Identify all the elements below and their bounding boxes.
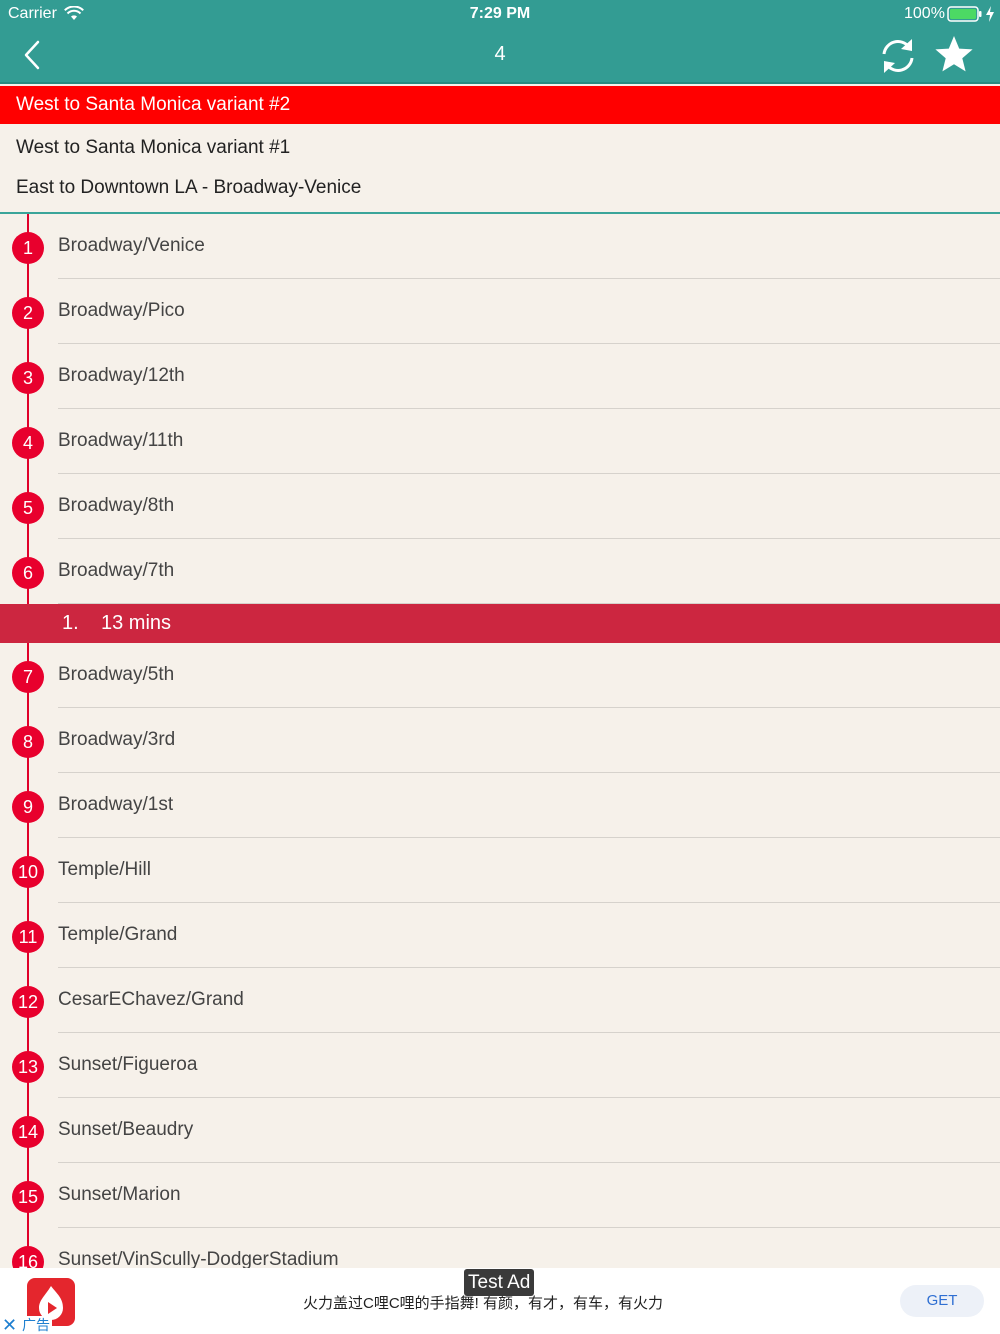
stop-row[interactable]: 3 Broadway/12th [0, 344, 1000, 409]
charging-bolt-icon [986, 6, 994, 22]
stop-number-badge: 14 [12, 1116, 44, 1148]
stop-number-badge: 13 [12, 1051, 44, 1083]
variant-item[interactable]: East to Downtown LA - Broadway-Venice [0, 170, 1000, 206]
stop-number-badge: 3 [12, 362, 44, 394]
favorite-button[interactable] [933, 34, 975, 76]
stop-name: CesarEChavez/Grand [58, 989, 244, 1010]
stop-row[interactable]: 5 Broadway/8th [0, 474, 1000, 539]
app-header: Carrier 7:29 PM 100% 4 [0, 0, 1000, 84]
stop-row[interactable]: 10 Temple/Hill [0, 838, 1000, 903]
refresh-button[interactable] [876, 36, 920, 76]
arrival-index: 1. [62, 612, 79, 634]
stop-row[interactable]: 16 Sunset/VinScully-DodgerStadium [0, 1228, 1000, 1268]
nav-bar: 4 [0, 28, 1000, 82]
stop-row[interactable]: 1 Broadway/Venice [0, 214, 1000, 279]
status-bar: Carrier 7:29 PM 100% [0, 0, 1000, 28]
stop-row[interactable]: 7 Broadway/5th [0, 643, 1000, 708]
arrival-time-row: 1. 13 mins [0, 604, 1000, 643]
stop-name: Sunset/Beaudry [58, 1119, 194, 1140]
stop-name: Temple/Hill [58, 859, 151, 880]
stop-row[interactable]: 4 Broadway/11th [0, 409, 1000, 474]
arrival-time: 13 mins [101, 612, 172, 634]
refresh-icon [882, 39, 914, 73]
ad-label: 广告 [20, 1316, 52, 1334]
stop-list: 1 Broadway/Venice 2 Broadway/Pico 3 Broadway/… [0, 214, 1000, 1268]
stop-name: Broadway/5th [58, 664, 175, 685]
battery-icon [947, 6, 982, 22]
stop-row[interactable]: 12 CesarEChavez/Grand [0, 968, 1000, 1033]
test-ad-badge: Test Ad [464, 1269, 535, 1296]
stop-number-badge: 1 [12, 232, 44, 264]
stop-number-badge: 7 [12, 661, 44, 693]
stop-row[interactable]: 8 Broadway/3rd [0, 708, 1000, 773]
stop-number-badge: 8 [12, 726, 44, 758]
stop-name: Sunset/Figueroa [58, 1054, 198, 1075]
stop-number-badge: 16 [12, 1246, 44, 1268]
stop-name: Broadway/1st [58, 794, 174, 815]
stop-row[interactable]: 13 Sunset/Figueroa [0, 1033, 1000, 1098]
variant-item[interactable]: West to Santa Monica variant #1 [0, 130, 1000, 166]
status-time: 7:29 PM [469, 5, 531, 22]
stop-number-badge: 10 [12, 856, 44, 888]
stop-number-badge: 11 [12, 921, 44, 953]
stop-number-badge: 9 [12, 791, 44, 823]
stop-name: Sunset/Marion [58, 1184, 181, 1205]
stop-row[interactable]: 2 Broadway/Pico [0, 279, 1000, 344]
stop-row[interactable]: 11 Temple/Grand [0, 903, 1000, 968]
stop-number-badge: 12 [12, 986, 44, 1018]
stop-number-badge: 2 [12, 297, 44, 329]
stop-name: Broadway/8th [58, 495, 175, 516]
stop-name: Broadway/Venice [58, 235, 205, 256]
stop-number-badge: 15 [12, 1181, 44, 1213]
close-icon[interactable]: ✕ [2, 1316, 20, 1334]
stop-name: Temple/Grand [58, 924, 178, 945]
star-icon [935, 36, 973, 72]
get-button[interactable]: GET [900, 1285, 984, 1317]
stop-row[interactable]: 6 Broadway/7th [0, 539, 1000, 604]
stop-row[interactable]: 15 Sunset/Marion [0, 1163, 1000, 1228]
stop-name: Sunset/VinScully-DodgerStadium [58, 1249, 339, 1268]
stop-number-badge: 6 [12, 557, 44, 589]
stop-number-badge: 4 [12, 427, 44, 459]
stop-name: Broadway/3rd [58, 729, 176, 750]
stop-name: Broadway/Pico [58, 300, 185, 321]
stop-row[interactable]: 14 Sunset/Beaudry [0, 1098, 1000, 1163]
stop-name: Broadway/12th [58, 365, 185, 386]
stop-name: Broadway/7th [58, 560, 175, 581]
page-title: 4 [494, 43, 506, 65]
battery-percent: 100% [904, 5, 945, 22]
stop-row[interactable]: 9 Broadway/1st [0, 773, 1000, 838]
variant-item-selected[interactable]: West to Santa Monica variant #2 [0, 86, 1000, 124]
stop-number-badge: 5 [12, 492, 44, 524]
stop-name: Broadway/11th [58, 430, 184, 451]
